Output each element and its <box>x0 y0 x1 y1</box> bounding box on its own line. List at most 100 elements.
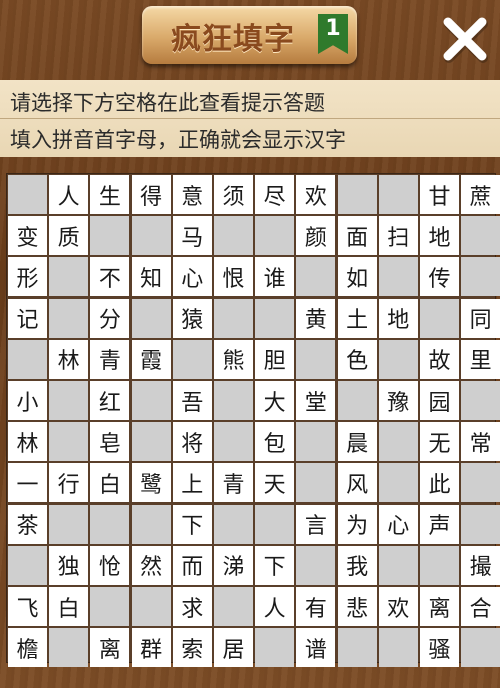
grid-cell[interactable]: 常 <box>461 422 500 462</box>
grid-cell[interactable]: 群 <box>131 628 171 668</box>
grid-cell[interactable]: 骚 <box>420 628 459 668</box>
grid-cell[interactable]: 形 <box>8 257 47 297</box>
grid-cell[interactable]: 不 <box>90 257 130 297</box>
grid-cell-empty[interactable] <box>337 628 377 668</box>
grid-cell-empty[interactable] <box>49 257 89 297</box>
grid-cell[interactable]: 飞 <box>8 587 47 626</box>
grid-cell[interactable]: 变 <box>8 216 47 256</box>
grid-cell[interactable]: 堂 <box>296 381 336 420</box>
grid-cell[interactable]: 胆 <box>255 339 295 379</box>
grid-cell[interactable]: 涕 <box>214 545 253 585</box>
grid-cell[interactable]: 须 <box>214 175 253 214</box>
grid-cell[interactable]: 将 <box>172 422 212 462</box>
grid-cell-empty[interactable] <box>90 504 130 544</box>
grid-cell-empty[interactable] <box>131 298 171 338</box>
grid-cell[interactable]: 面 <box>337 216 377 256</box>
grid-cell[interactable]: 而 <box>172 545 212 585</box>
grid-cell-empty[interactable] <box>420 545 459 585</box>
grid-cell[interactable]: 离 <box>420 587 459 626</box>
grid-cell[interactable]: 茶 <box>8 504 47 544</box>
grid-cell[interactable]: 林 <box>49 339 89 379</box>
grid-cell-empty[interactable] <box>461 381 500 420</box>
grid-cell[interactable]: 离 <box>90 628 130 668</box>
grid-cell[interactable]: 谱 <box>296 628 336 668</box>
grid-cell[interactable]: 我 <box>337 545 377 585</box>
grid-cell[interactable]: 小 <box>8 381 47 420</box>
grid-cell-empty[interactable] <box>296 422 336 462</box>
grid-cell-empty[interactable] <box>296 257 336 297</box>
grid-cell[interactable]: 风 <box>337 463 377 503</box>
grid-cell-empty[interactable] <box>49 298 89 338</box>
grid-cell[interactable]: 大 <box>255 381 295 420</box>
grid-cell-empty[interactable] <box>461 216 500 256</box>
grid-cell[interactable]: 心 <box>378 504 418 544</box>
grid-cell[interactable]: 求 <box>172 587 212 626</box>
grid-cell[interactable]: 如 <box>337 257 377 297</box>
grid-cell[interactable]: 地 <box>420 216 459 256</box>
grid-cell-empty[interactable] <box>255 298 295 338</box>
grid-cell[interactable]: 合 <box>461 587 500 626</box>
grid-cell-empty[interactable] <box>214 504 253 544</box>
grid-cell[interactable]: 颜 <box>296 216 336 256</box>
grid-cell-empty[interactable] <box>296 463 336 503</box>
grid-cell-empty[interactable] <box>131 216 171 256</box>
grid-cell-empty[interactable] <box>8 545 47 585</box>
grid-cell[interactable]: 鹭 <box>131 463 171 503</box>
grid-cell[interactable]: 天 <box>255 463 295 503</box>
grid-cell[interactable]: 豫 <box>378 381 418 420</box>
grid-cell-empty[interactable] <box>378 339 418 379</box>
grid-cell[interactable]: 得 <box>131 175 171 214</box>
grid-cell-empty[interactable] <box>172 339 212 379</box>
grid-cell[interactable]: 熊 <box>214 339 253 379</box>
grid-cell[interactable]: 意 <box>172 175 212 214</box>
grid-cell-empty[interactable] <box>461 463 500 503</box>
grid-cell-empty[interactable] <box>378 422 418 462</box>
grid-cell[interactable]: 怆 <box>90 545 130 585</box>
grid-cell[interactable]: 园 <box>420 381 459 420</box>
grid-cell[interactable]: 人 <box>49 175 89 214</box>
grid-cell[interactable]: 包 <box>255 422 295 462</box>
grid-cell[interactable]: 分 <box>90 298 130 338</box>
grid-cell[interactable]: 黄 <box>296 298 336 338</box>
grid-cell[interactable]: 欢 <box>296 175 336 214</box>
grid-cell[interactable]: 心 <box>172 257 212 297</box>
grid-cell[interactable]: 晨 <box>337 422 377 462</box>
grid-cell[interactable]: 猿 <box>172 298 212 338</box>
grid-cell-empty[interactable] <box>378 257 418 297</box>
grid-cell[interactable]: 撮 <box>461 545 500 585</box>
grid-cell[interactable]: 下 <box>172 504 212 544</box>
grid-cell[interactable]: 地 <box>378 298 418 338</box>
grid-cell-empty[interactable] <box>337 381 377 420</box>
grid-cell[interactable]: 悲 <box>337 587 377 626</box>
grid-cell[interactable]: 然 <box>131 545 171 585</box>
grid-cell[interactable]: 檐 <box>8 628 47 668</box>
grid-cell-empty[interactable] <box>378 628 418 668</box>
grid-cell-empty[interactable] <box>49 381 89 420</box>
grid-cell-empty[interactable] <box>214 381 253 420</box>
grid-cell[interactable]: 白 <box>49 587 89 626</box>
grid-cell[interactable]: 林 <box>8 422 47 462</box>
grid-cell[interactable]: 皂 <box>90 422 130 462</box>
grid-cell-empty[interactable] <box>461 257 500 297</box>
grid-cell-empty[interactable] <box>296 339 336 379</box>
grid-cell[interactable]: 青 <box>214 463 253 503</box>
grid-cell[interactable]: 欢 <box>378 587 418 626</box>
grid-cell[interactable]: 记 <box>8 298 47 338</box>
grid-cell-empty[interactable] <box>420 298 459 338</box>
grid-cell-empty[interactable] <box>255 628 295 668</box>
grid-cell[interactable]: 知 <box>131 257 171 297</box>
grid-cell[interactable]: 霞 <box>131 339 171 379</box>
grid-cell[interactable]: 吾 <box>172 381 212 420</box>
grid-cell-empty[interactable] <box>90 216 130 256</box>
grid-cell[interactable]: 里 <box>461 339 500 379</box>
grid-cell[interactable]: 生 <box>90 175 130 214</box>
grid-cell-empty[interactable] <box>255 504 295 544</box>
grid-cell[interactable]: 色 <box>337 339 377 379</box>
grid-cell-empty[interactable] <box>131 587 171 626</box>
grid-cell[interactable]: 恨 <box>214 257 253 297</box>
grid-cell-empty[interactable] <box>255 216 295 256</box>
grid-cell-empty[interactable] <box>8 339 47 379</box>
grid-cell[interactable]: 有 <box>296 587 336 626</box>
grid-cell[interactable]: 居 <box>214 628 253 668</box>
grid-cell[interactable]: 言 <box>296 504 336 544</box>
